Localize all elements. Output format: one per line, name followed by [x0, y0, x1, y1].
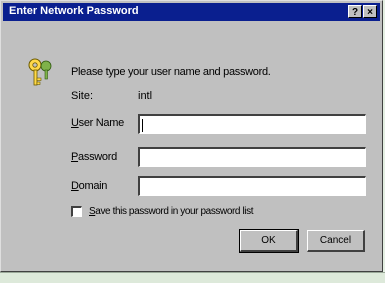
user-name-label-text: ser Name — [78, 117, 125, 129]
help-button[interactable]: ? — [348, 5, 362, 18]
password-accelerator: P — [71, 151, 79, 163]
close-button[interactable]: × — [363, 5, 377, 18]
domain-accelerator: D — [71, 180, 79, 192]
save-password-label-text: ave this password in your password list — [95, 206, 254, 217]
domain-input[interactable] — [138, 176, 366, 196]
domain-label: Domain — [71, 180, 107, 192]
title-bar[interactable]: Enter Network Password ? × — [3, 3, 380, 21]
password-label: Password — [71, 151, 117, 163]
key-icon — [28, 58, 52, 86]
password-input[interactable] — [138, 147, 366, 167]
user-name-input[interactable] — [138, 114, 366, 134]
text-caret — [142, 119, 143, 132]
network-password-dialog: Enter Network Password ? × Please type y… — [0, 0, 383, 272]
save-password-checkbox[interactable] — [71, 206, 82, 217]
password-label-text: assword — [78, 151, 117, 163]
save-password-label[interactable]: Save this password in your password list — [89, 206, 253, 217]
dialog-title: Enter Network Password — [9, 5, 139, 17]
site-label: Site: — [71, 90, 94, 102]
cancel-button[interactable]: Cancel — [307, 230, 365, 252]
ok-button[interactable]: OK — [240, 230, 298, 252]
domain-label-text: omain — [78, 180, 108, 192]
site-value: intl — [138, 90, 153, 102]
instruction-text: Please type your user name and password. — [71, 66, 271, 78]
background-strip — [0, 272, 385, 283]
user-name-accelerator: U — [71, 117, 79, 129]
user-name-label: User Name — [71, 117, 124, 129]
